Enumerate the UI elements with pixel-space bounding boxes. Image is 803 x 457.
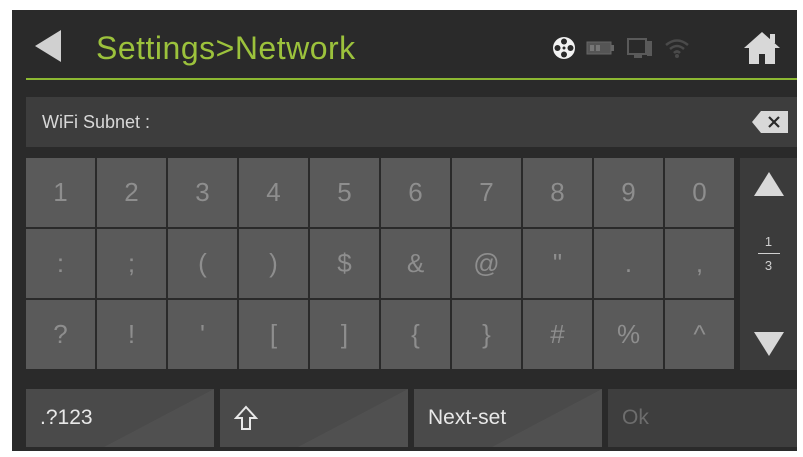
backspace-button[interactable] xyxy=(751,110,789,134)
key[interactable]: 1 xyxy=(26,158,95,227)
arrow-up-icon xyxy=(753,172,784,196)
key[interactable]: [ xyxy=(239,300,308,369)
input-label: WiFi Subnet : xyxy=(42,111,151,132)
key[interactable]: ^ xyxy=(665,300,734,369)
home-button[interactable] xyxy=(740,26,784,70)
next-set-button[interactable]: Next-set xyxy=(414,389,602,447)
key[interactable]: $ xyxy=(310,229,379,298)
key[interactable]: # xyxy=(523,300,592,369)
key[interactable]: ? xyxy=(26,300,95,369)
key[interactable]: " xyxy=(523,229,592,298)
key[interactable]: 4 xyxy=(239,158,308,227)
key[interactable]: ! xyxy=(97,300,166,369)
key[interactable]: ( xyxy=(168,229,237,298)
symbols-button[interactable]: .?123 xyxy=(26,389,214,447)
keyboard-screen: Settings>Network WiFi Subnet: 1 2 3 4 5… xyxy=(12,10,797,451)
next-set-label: Next-set xyxy=(428,406,507,429)
bottom-bar: .?123 Next-set Ok xyxy=(26,389,797,447)
key[interactable]: 8 xyxy=(523,158,592,227)
wifi-icon xyxy=(665,39,689,58)
page-fraction-line xyxy=(757,253,780,254)
backspace-icon xyxy=(752,111,788,133)
key[interactable]: 3 xyxy=(168,158,237,227)
current-page: 1 xyxy=(764,234,773,249)
key-grid: 1 2 3 4 5 6 7 8 9 0 : ; ( ) $ & @ " . , … xyxy=(26,158,737,370)
symbols-label: .?123 xyxy=(40,406,93,429)
home-icon xyxy=(744,32,780,64)
page-down-button[interactable] xyxy=(740,318,797,370)
key[interactable]: : xyxy=(26,229,95,298)
back-arrow-icon xyxy=(35,30,61,62)
key[interactable]: 5 xyxy=(310,158,379,227)
key[interactable]: & xyxy=(381,229,450,298)
key[interactable]: ] xyxy=(310,300,379,369)
ok-label: Ok xyxy=(622,406,649,429)
page-title: Settings>Network xyxy=(96,30,356,66)
total-pages: 3 xyxy=(764,258,773,273)
page-indicator: 1 3 xyxy=(740,234,797,273)
ok-button[interactable]: Ok xyxy=(608,389,797,447)
key[interactable]: 9 xyxy=(594,158,663,227)
device-icon xyxy=(627,38,652,58)
arrow-down-icon xyxy=(753,332,784,356)
key[interactable]: , xyxy=(665,229,734,298)
key[interactable]: ' xyxy=(168,300,237,369)
shift-button[interactable] xyxy=(220,389,408,447)
key[interactable]: . xyxy=(594,229,663,298)
key[interactable]: 7 xyxy=(452,158,521,227)
key[interactable]: % xyxy=(594,300,663,369)
key[interactable]: 2 xyxy=(97,158,166,227)
key[interactable]: ; xyxy=(97,229,166,298)
page-up-button[interactable] xyxy=(740,158,797,210)
key[interactable]: } xyxy=(452,300,521,369)
header: Settings>Network xyxy=(12,10,797,78)
battery-icon xyxy=(586,41,614,55)
key[interactable]: ) xyxy=(239,229,308,298)
key[interactable]: @ xyxy=(452,229,521,298)
subnet-input-row[interactable]: WiFi Subnet : xyxy=(26,97,797,147)
key[interactable]: 6 xyxy=(381,158,450,227)
film-reel-icon xyxy=(553,37,575,59)
status-icons xyxy=(552,36,690,60)
key[interactable]: { xyxy=(381,300,450,369)
page-selector: 1 3 xyxy=(740,158,797,370)
shift-arrow-icon xyxy=(234,405,258,430)
header-divider xyxy=(26,78,797,80)
key[interactable]: 0 xyxy=(665,158,734,227)
back-button[interactable] xyxy=(26,24,70,68)
